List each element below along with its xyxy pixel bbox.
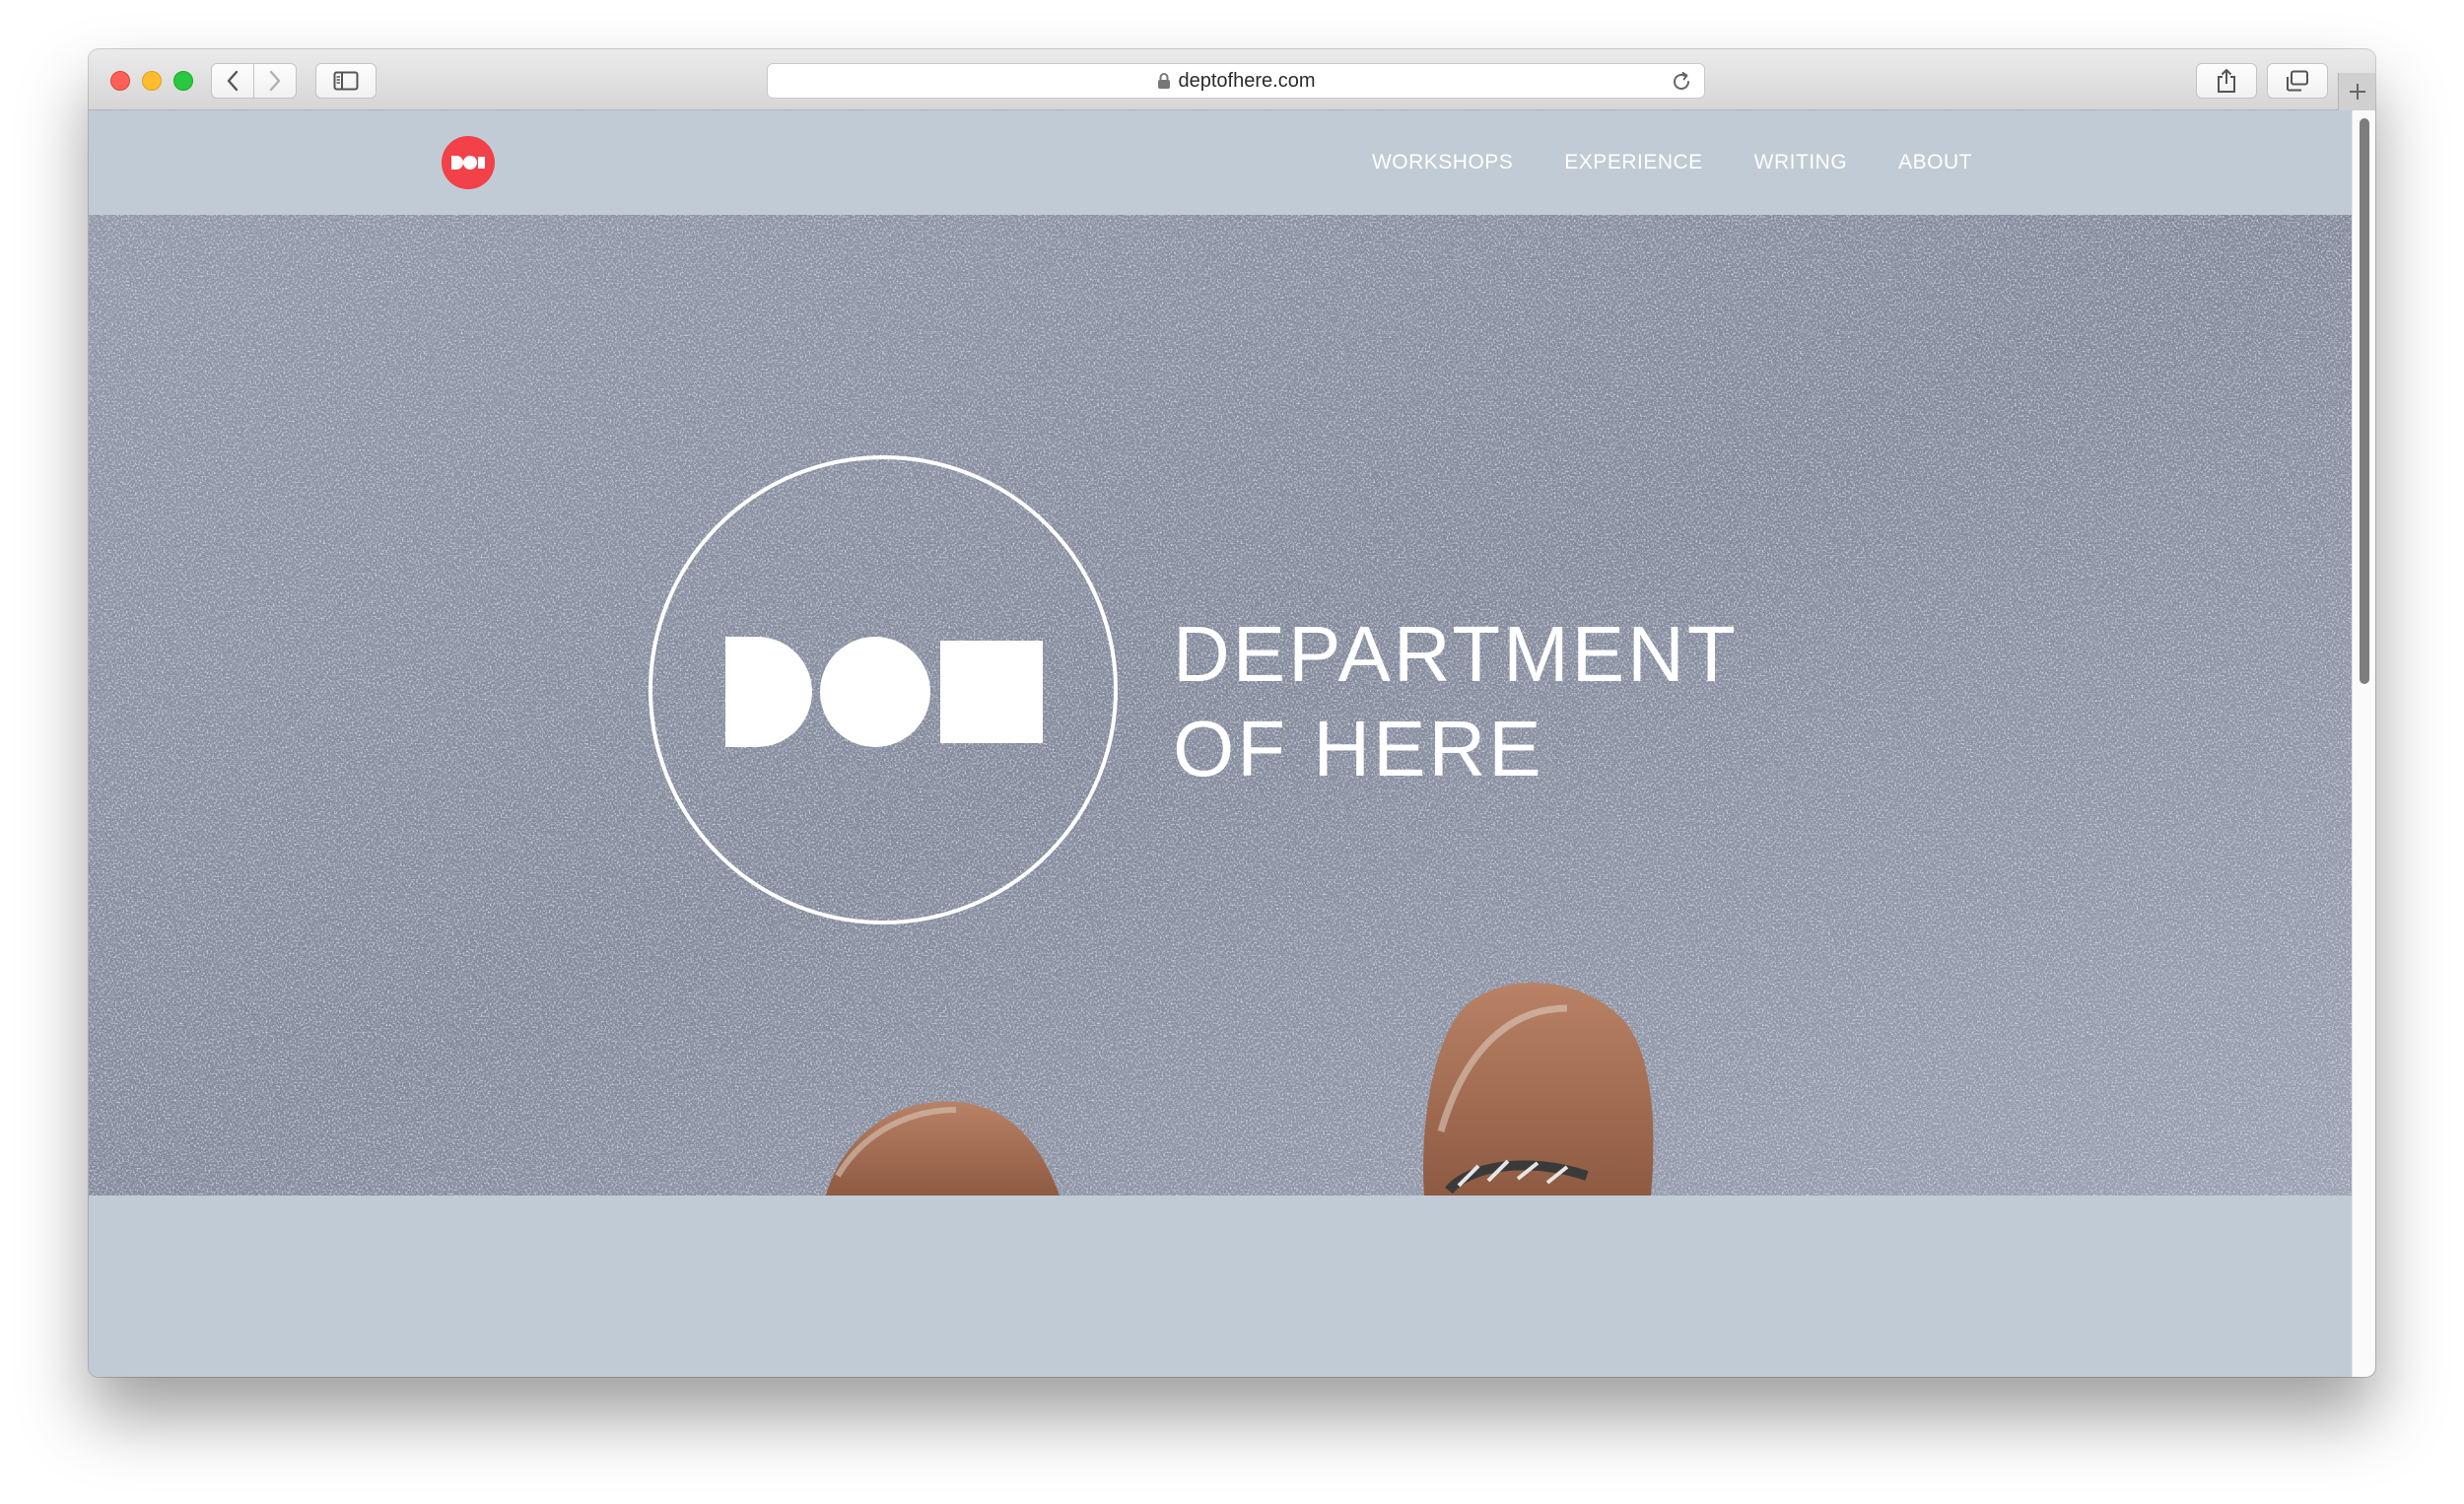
share-button[interactable] [2196,63,2257,99]
vertical-scrollbar[interactable] [2352,110,2375,1377]
plus-icon [2349,84,2365,100]
nav-experience[interactable]: EXPERIENCE [1564,151,1702,174]
sidebar-toggle-button[interactable] [315,63,376,99]
hero-title-line2: OF HERE [1173,705,1544,792]
browser-toolbar: deptofhere.com [89,49,2375,110]
address-bar[interactable]: deptofhere.com [767,63,1705,99]
sidebar-icon [333,71,359,91]
content-area [89,1196,2352,1377]
close-window-button[interactable] [110,71,130,91]
doh-logo-icon [451,156,485,170]
site-logo[interactable] [442,136,495,189]
minimize-window-button[interactable] [142,71,162,91]
lock-icon [1157,72,1171,90]
hero-title: DEPARTMENT OF HERE [1173,607,1739,796]
chevron-left-icon [227,70,239,92]
reload-icon[interactable] [1671,71,1692,98]
doh-emblem [649,455,1118,924]
nav-about[interactable]: ABOUT [1898,151,1972,174]
forward-button[interactable] [253,63,297,99]
tabs-overview-icon [2287,70,2308,92]
hero-banner: DEPARTMENT OF HERE [89,215,2352,1196]
nav-writing[interactable]: WRITING [1754,151,1847,174]
chevron-right-icon [269,70,281,92]
hero-title-line1: DEPARTMENT [1173,610,1739,698]
new-tab-button[interactable] [2338,73,2375,110]
nav-workshops[interactable]: WORKSHOPS [1372,151,1513,174]
share-icon [2218,69,2235,93]
zoom-window-button[interactable] [173,71,193,91]
address-url: deptofhere.com [1178,69,1316,92]
main-nav: WORKSHOPS EXPERIENCE WRITING ABOUT [1321,110,1972,215]
back-button[interactable] [211,63,254,99]
browser-window: deptofhere.com WORKSHOPS EXPERIENCE WRIT… [89,49,2375,1377]
site-header: WORKSHOPS EXPERIENCE WRITING ABOUT [89,110,2352,215]
scrollbar-thumb[interactable] [2360,118,2369,684]
tab-overview-button[interactable] [2267,63,2328,99]
